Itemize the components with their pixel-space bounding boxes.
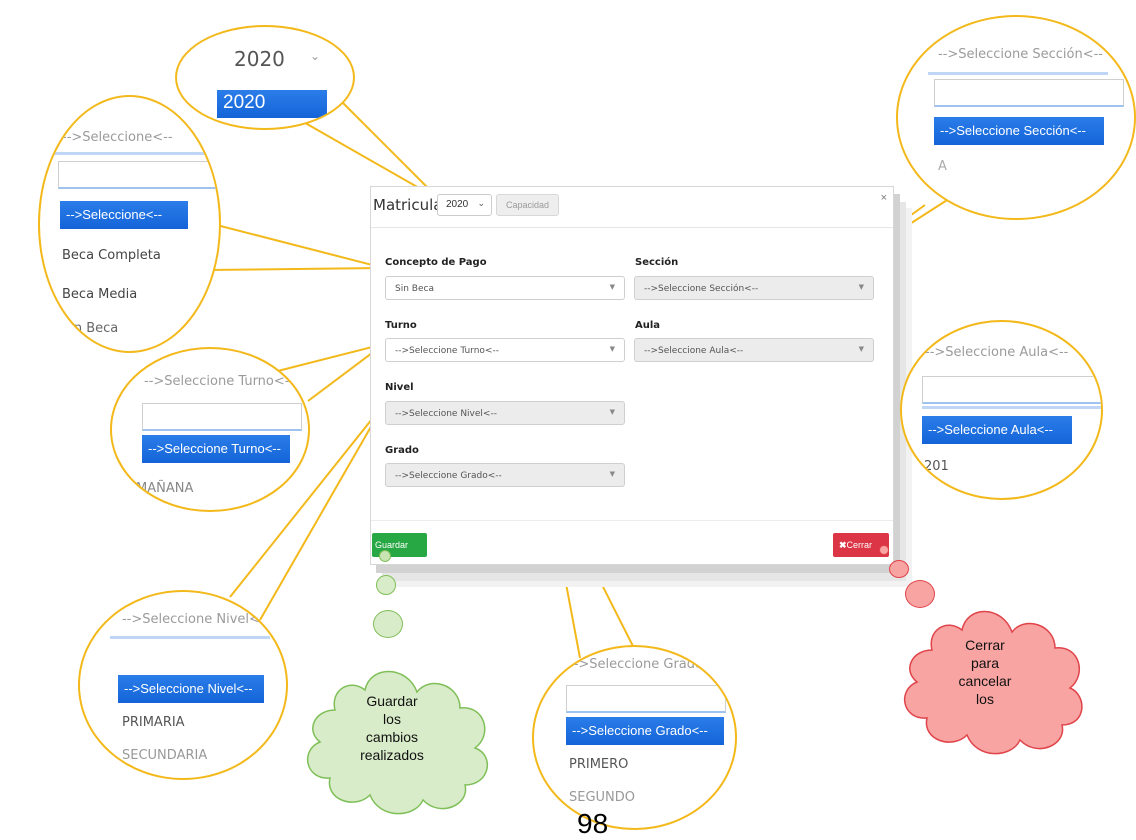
- matricula-modal: Matricula 2020 ⌄ Capacidad × Concepto de…: [370, 186, 894, 565]
- callout-grado-search: [566, 685, 726, 713]
- turno-select[interactable]: -->Seleccione Turno<-- ▼: [385, 338, 625, 362]
- close-note-line: para: [970, 655, 1000, 671]
- divider: [928, 72, 1108, 75]
- concepto-label: Concepto de Pago: [385, 257, 487, 268]
- divider: [110, 636, 270, 639]
- callout-year-option: 2020: [217, 90, 327, 118]
- callout-nivel-selected: -->Seleccione Nivel<--: [118, 675, 264, 703]
- callout-aula-search: [922, 376, 1101, 404]
- thought-dot: [879, 545, 889, 555]
- connector-concepto: [204, 221, 385, 271]
- aula-label: Aula: [635, 320, 661, 331]
- turno-label: Turno: [385, 320, 417, 331]
- close-note-text: Cerrar para cancelar los: [935, 636, 1035, 708]
- page-number: 98: [577, 808, 609, 839]
- callout-turno: -->Seleccione Turno<-- -->Seleccione Tur…: [110, 347, 310, 512]
- close-note-line: los: [976, 691, 994, 707]
- callout-nivel-option: SECUNDARIA: [122, 748, 208, 763]
- chevron-down-icon: ⌄: [310, 49, 321, 63]
- capacity-button[interactable]: Capacidad: [496, 194, 559, 216]
- turno-placeholder: -->Seleccione Turno<--: [395, 346, 499, 356]
- save-note-text: Guardar los cambios realizados: [342, 692, 442, 764]
- grado-select[interactable]: -->Seleccione Grado<-- ▼: [385, 463, 625, 487]
- thought-dot: [889, 560, 909, 578]
- callout-grado-option: PRIMERO: [569, 757, 629, 772]
- seccion-placeholder: -->Seleccione Sección<--: [644, 284, 759, 294]
- callout-nivel-header: -->Seleccione Nivel<--: [122, 612, 270, 627]
- thought-dot: [376, 575, 396, 595]
- callout-concepto-option: Sin Beca: [62, 321, 119, 336]
- grado-placeholder: -->Seleccione Grado<--: [395, 471, 502, 481]
- callout-concepto-option: Beca Media: [62, 287, 138, 302]
- callout-concepto-selected: -->Seleccione<--: [60, 201, 188, 229]
- caret-down-icon: ▼: [858, 283, 864, 291]
- callout-nivel-option: PRIMARIA: [122, 715, 185, 730]
- aula-placeholder: -->Seleccione Aula<--: [644, 346, 744, 356]
- save-note-line: los: [383, 711, 401, 727]
- callout-aula-selected: -->Seleccione Aula<--: [922, 416, 1072, 444]
- callout-seccion-selected: -->Seleccione Sección<--: [934, 117, 1104, 145]
- save-note-line: cambios: [365, 729, 419, 745]
- callout-concepto-option: Beca Completa: [62, 248, 161, 263]
- callout-year: 2020 ⌄ 2020: [175, 25, 355, 130]
- caret-down-icon: ▼: [609, 408, 615, 416]
- seccion-select[interactable]: -->Seleccione Sección<-- ▼: [634, 276, 874, 300]
- x-icon: ✖: [839, 540, 847, 550]
- divider: [50, 152, 210, 155]
- caret-down-icon: ▼: [609, 345, 615, 353]
- thought-dot: [379, 550, 391, 562]
- callout-grado-option: SEGUNDO: [569, 790, 636, 805]
- divider: [922, 406, 1101, 409]
- nivel-placeholder: -->Seleccione Nivel<--: [395, 409, 497, 419]
- concepto-select[interactable]: Sin Beca ▼: [385, 276, 625, 300]
- callout-turno-header: -->Seleccione Turno<--: [144, 374, 295, 389]
- nivel-label: Nivel: [385, 382, 414, 393]
- caret-down-icon: ▼: [609, 470, 615, 478]
- save-note-line: realizados: [360, 747, 424, 763]
- modal-title: Matricula: [373, 196, 443, 214]
- callout-seccion: -->Seleccione Sección<-- -->Seleccione S…: [896, 15, 1136, 220]
- caret-down-icon: ▼: [858, 345, 864, 353]
- concepto-value: Sin Beca: [395, 284, 434, 294]
- callout-year-value: 2020: [234, 47, 285, 71]
- callout-seccion-option: A: [938, 159, 947, 174]
- close-note-line: cancelar: [958, 673, 1012, 689]
- year-value: 2020: [446, 199, 469, 210]
- callout-nivel: -->Seleccione Nivel<-- -->Seleccione Niv…: [78, 590, 288, 780]
- callout-concepto-search: [58, 161, 218, 189]
- seccion-label: Sección: [635, 257, 679, 268]
- modal-footer-divider: [371, 520, 893, 521]
- callout-aula-option: 201: [924, 459, 949, 474]
- callout-aula-header: -->Seleccione Aula<--: [925, 345, 1069, 360]
- callout-aula: -->Seleccione Aula<-- -->Seleccione Aula…: [900, 320, 1103, 500]
- aula-select[interactable]: -->Seleccione Aula<-- ▼: [634, 338, 874, 362]
- callout-grado: -->Seleccione Grado<-- -->Seleccione Gra…: [532, 645, 737, 830]
- close-icon[interactable]: ×: [881, 192, 887, 204]
- callout-seccion-search: [934, 79, 1124, 107]
- close-button-label: Cerrar: [846, 540, 873, 550]
- modal-header: Matricula 2020 ⌄ Capacidad ×: [371, 187, 893, 228]
- close-note-line: Cerrar: [965, 637, 1005, 653]
- thought-dot: [373, 610, 403, 638]
- year-select[interactable]: 2020 ⌄: [437, 194, 492, 216]
- grado-label: Grado: [385, 445, 419, 456]
- callout-seccion-header: -->Seleccione Sección<--: [938, 47, 1103, 62]
- nivel-select[interactable]: -->Seleccione Nivel<-- ▼: [385, 401, 625, 425]
- caret-down-icon: ▼: [609, 283, 615, 291]
- callout-turno-search: [142, 403, 302, 431]
- callout-grado-header: -->Seleccione Grado<--: [569, 657, 724, 672]
- chevron-down-icon: ⌄: [477, 198, 485, 208]
- callout-concepto-header: -->Seleccione<--: [62, 130, 173, 145]
- callout-turno-option: MAÑANA: [136, 481, 194, 496]
- save-note-line: Guardar: [366, 693, 418, 709]
- callout-grado-selected: -->Seleccione Grado<--: [566, 717, 724, 745]
- callout-turno-selected: -->Seleccione Turno<--: [142, 435, 290, 463]
- callout-concepto: -->Seleccione<-- -->Seleccione<-- Beca C…: [38, 95, 221, 353]
